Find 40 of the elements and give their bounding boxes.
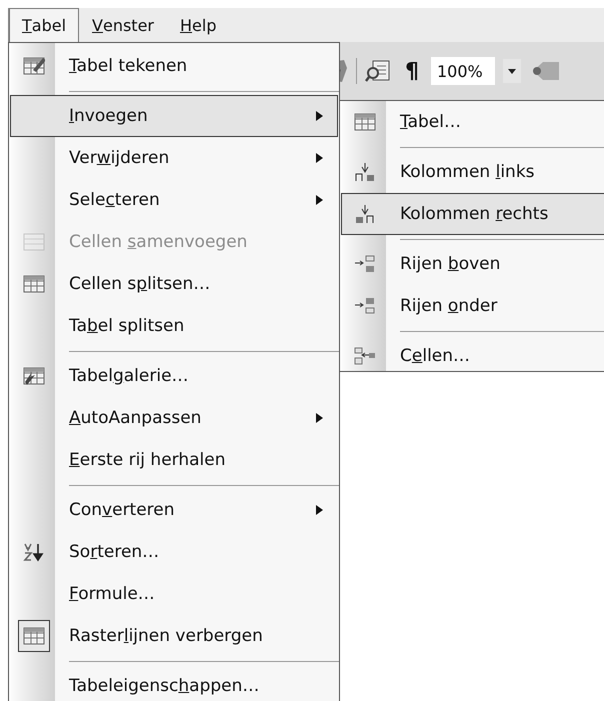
dropdown-button[interactable] [503,59,521,83]
menu-item[interactable]: Tabeleigenschappen… [10,665,338,701]
menu-item[interactable]: Invoegen [10,95,338,137]
menu-bar-item[interactable]: Help [167,8,230,42]
menu-item[interactable]: Kolommen rechts [341,193,604,235]
menu-item[interactable]: Tabel tekenen [10,45,338,87]
menu-item[interactable]: Converteren [10,489,338,531]
document-search-icon [365,59,391,83]
menu-bar-item[interactable]: Tabel [9,8,80,42]
pilcrow-button[interactable]: ¶ [405,58,419,84]
insert-column-icon [354,162,376,182]
menu-bar-item[interactable]: Venster [79,8,167,42]
table-icon [354,112,376,132]
table-pencil-icon [23,56,45,76]
menu-item[interactable]: Rijen boven [341,243,604,285]
insert-cells-icon [354,346,376,366]
menu-item[interactable]: Eerste rij herhalen [10,439,338,481]
table-lightning-icon [23,366,45,386]
menu-item[interactable]: Cellen… [341,335,604,377]
menu-item[interactable]: Selecteren [10,179,338,221]
menu-item[interactable]: Rijen onder [341,285,604,327]
menu-item[interactable]: Tabelgalerie… [10,355,338,397]
merge-cells-icon [23,232,45,252]
menu-item[interactable]: Formule… [10,573,338,615]
menu-item[interactable]: Verwijderen [10,137,338,179]
table-icon [23,626,45,646]
zoom-field[interactable]: 100% [431,57,495,85]
caret-icon [508,68,516,74]
menu-item[interactable]: AutoAanpassen [10,397,338,439]
menu-item[interactable]: Kolommen links [341,151,604,193]
menu-item[interactable]: Tabel splitsen [10,305,338,347]
menu-item[interactable]: Cellen splitsen… [10,263,338,305]
insert-row-icon [354,254,376,274]
menu-item[interactable]: Tabel… [341,101,604,143]
menu-item[interactable]: Rasterlijnen verbergen [10,615,338,657]
table-icon [23,274,45,294]
insert-column-icon [354,204,376,224]
menu-item[interactable]: Sorteren… [10,531,338,573]
insert-row-icon [354,296,376,316]
sort-icon [23,542,45,562]
